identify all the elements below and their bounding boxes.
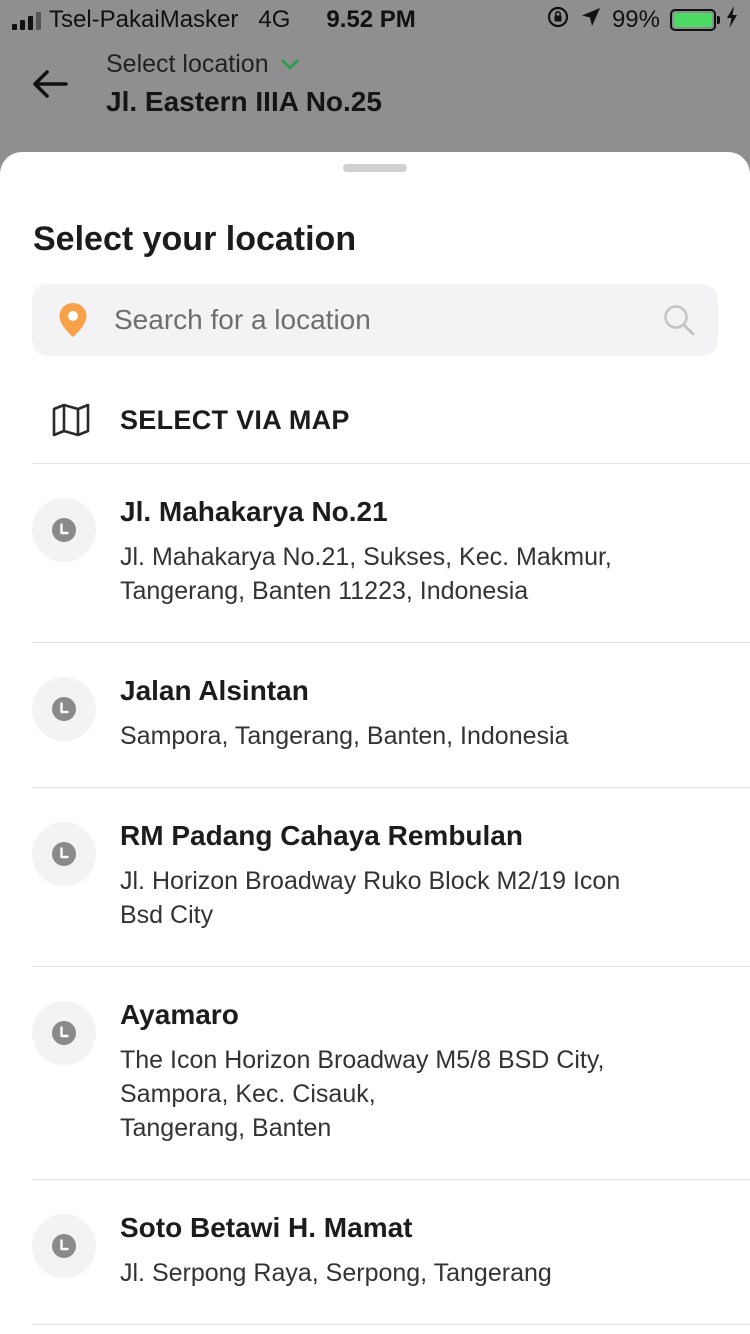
location-arrow-icon	[580, 6, 602, 35]
clock-icon	[32, 822, 96, 886]
battery-percent: 99%	[611, 6, 660, 33]
recent-location-item[interactable]: RM Padang Cahaya Rembulan Jl. Horizon Br…	[32, 788, 750, 967]
orientation-lock-icon	[546, 5, 570, 36]
battery-icon	[670, 9, 720, 31]
location-sheet: Select your location SELECT VIA MAP Jl. …	[0, 152, 750, 1334]
location-header: Select location Jl. Eastern IIIA No.25	[0, 40, 750, 150]
search-icon[interactable]	[662, 303, 696, 337]
select-location-dropdown[interactable]: Select location	[106, 50, 299, 79]
location-address: The Icon Horizon Broadway M5/8 BSD City,…	[120, 1046, 605, 1142]
charging-icon	[726, 5, 738, 35]
recent-locations-list: Jl. Mahakarya No.21 Jl. Mahakarya No.21,…	[32, 464, 750, 1325]
search-bar[interactable]	[32, 284, 718, 356]
network-type: 4G	[258, 6, 291, 33]
search-input[interactable]	[114, 304, 662, 336]
signal-icon	[12, 10, 41, 30]
clock-icon	[32, 1214, 96, 1278]
location-address: Jl. Horizon Broadway Ruko Block M2/19 Ic…	[120, 867, 621, 929]
recent-location-item[interactable]: Jalan Alsintan Sampora, Tangerang, Bante…	[32, 643, 750, 788]
map-icon	[52, 403, 92, 439]
recent-location-item[interactable]: Soto Betawi H. Mamat Jl. Serpong Raya, S…	[32, 1180, 750, 1325]
location-pin-icon	[58, 302, 88, 338]
location-name: Ayamaro	[120, 999, 239, 1030]
current-address[interactable]: Jl. Eastern IIIA No.25	[106, 86, 382, 118]
back-button[interactable]	[28, 62, 72, 106]
location-address: Jl. Mahakarya No.21, Sukses, Kec. Makmur…	[120, 543, 612, 605]
sheet-drag-handle[interactable]	[343, 164, 407, 172]
location-name: Jalan Alsintan	[120, 675, 309, 706]
location-name: Jl. Mahakarya No.21	[120, 496, 388, 527]
recent-location-item[interactable]: Ayamaro The Icon Horizon Broadway M5/8 B…	[32, 967, 750, 1180]
carrier-name: Tsel-PakaiMasker	[49, 6, 239, 33]
clock-time: 9.52 PM	[326, 6, 416, 33]
select-via-map-button[interactable]: SELECT VIA MAP	[32, 378, 750, 464]
location-address: Sampora, Tangerang, Banten, Indonesia	[120, 722, 569, 750]
select-location-label: Select location	[106, 50, 269, 78]
recent-location-item[interactable]: Jl. Mahakarya No.21 Jl. Mahakarya No.21,…	[32, 464, 750, 643]
location-name: Soto Betawi H. Mamat	[120, 1212, 413, 1243]
chevron-down-icon	[281, 59, 299, 69]
arrow-left-icon	[33, 70, 68, 98]
location-name: RM Padang Cahaya Rembulan	[120, 820, 523, 851]
clock-icon	[32, 1001, 96, 1065]
clock-icon	[32, 677, 96, 741]
clock-icon	[32, 498, 96, 562]
sheet-title: Select your location	[33, 220, 357, 258]
status-bar: Tsel-PakaiMasker 4G 9.52 PM 99%	[0, 0, 750, 40]
select-via-map-label: SELECT VIA MAP	[120, 405, 350, 435]
location-address: Jl. Serpong Raya, Serpong, Tangerang	[120, 1259, 552, 1287]
